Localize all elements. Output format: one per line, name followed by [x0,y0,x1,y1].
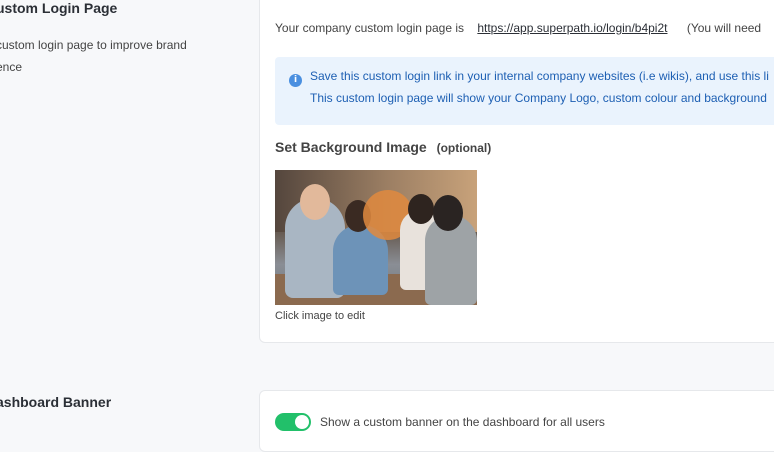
image-head [300,184,330,220]
click-to-edit-hint: Click image to edit [275,310,365,322]
image-head [433,195,463,231]
banner-toggle[interactable] [275,413,311,431]
login-url-text: Your company custom login page is [275,21,464,35]
description-line: ence [0,60,23,74]
info-circle-icon: i [289,74,302,87]
custom-login-section-title: ustom Login Page [0,0,118,16]
dashboard-banner-card: Show a custom banner on the dashboard fo… [259,390,774,452]
banner-toggle-label: Show a custom banner on the dashboard fo… [320,415,605,429]
custom-login-card: Your company custom login page is https:… [259,0,774,343]
info-box: i Save this custom login link in your in… [275,57,774,125]
description-line: custom login page to improve brand [0,38,187,52]
optional-label: (optional) [436,141,492,155]
background-image-title: Set Background Image [275,139,427,155]
login-url-link[interactable]: https://app.superpath.io/login/b4pi2t [477,21,667,35]
login-url-line: Your company custom login page is https:… [275,21,761,35]
background-image[interactable] [275,170,477,305]
dashboard-banner-section-title: ashboard Banner [0,394,112,410]
info-line-1: Save this custom login link in your inte… [310,69,769,83]
login-url-note: (You will need [686,21,762,35]
background-image-heading: Set Background Image (optional) [275,139,491,155]
custom-login-section-description: custom login page to improve brand ence [0,34,211,78]
info-line-2: This custom login page will show your Co… [310,91,767,105]
toggle-knob [295,415,309,429]
image-head [408,194,434,224]
